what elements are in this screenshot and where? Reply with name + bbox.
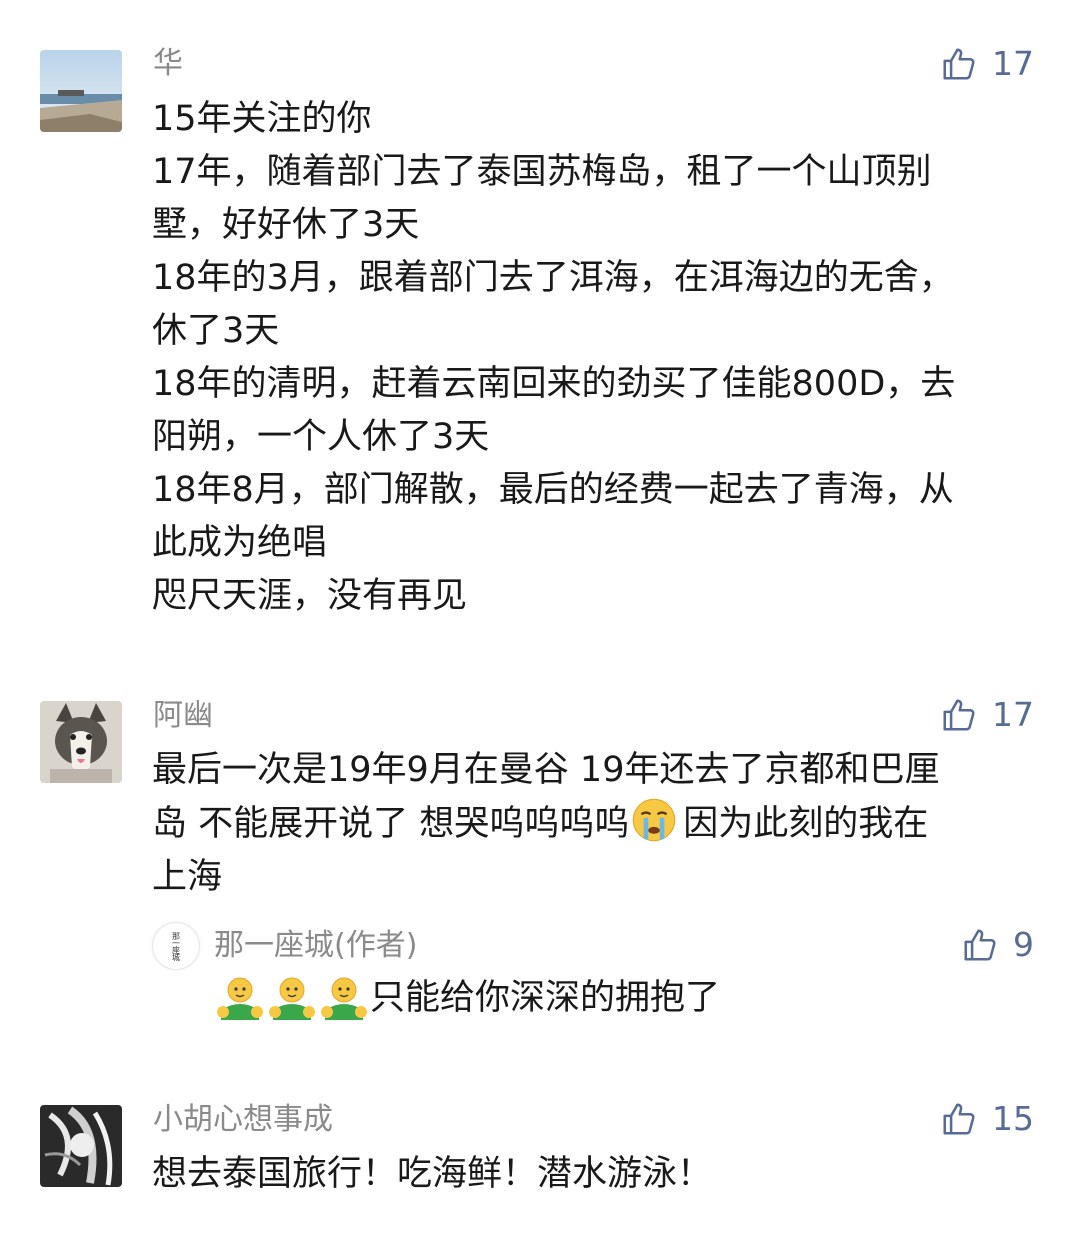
like-button[interactable]: 17 bbox=[940, 695, 1034, 734]
comment-line: 岛 不能展开说了 想哭呜呜呜呜 因为此刻的我在 bbox=[152, 797, 1032, 851]
comment-username[interactable]: 华 bbox=[153, 44, 183, 84]
thumbs-up-icon bbox=[943, 698, 975, 731]
comment-text: 因为此刻的我在 bbox=[683, 804, 929, 844]
thumbs-up-icon bbox=[943, 1102, 975, 1135]
like-count: 17 bbox=[992, 695, 1034, 734]
comment-line: 15年关注的你 bbox=[152, 99, 372, 139]
comment-line: 最后一次是19年9月在曼谷 19年还去了京都和巴厘 bbox=[152, 750, 940, 790]
like-count: 9 bbox=[1013, 925, 1034, 964]
avatar[interactable] bbox=[40, 701, 122, 783]
reply-username[interactable]: 那一座城(作者) bbox=[214, 926, 417, 966]
comment-line: 18年的3月，跟着部门去了洱海，在洱海边的无舍， bbox=[152, 258, 954, 298]
reply-content: 只能给你深深的拥抱了 bbox=[214, 972, 720, 1025]
comment-line: 上海 bbox=[152, 857, 223, 897]
thumbs-up-icon bbox=[943, 47, 975, 80]
avatar[interactable] bbox=[40, 50, 122, 132]
like-button[interactable]: 17 bbox=[940, 44, 1034, 83]
thumbs-up-icon bbox=[964, 928, 996, 961]
comment-line: 18年的清明，赶着云南回来的劲买了佳能800D，去 bbox=[152, 364, 956, 404]
hug-emoji bbox=[269, 977, 315, 1020]
comment-line: 想去泰国旅行！吃海鲜！潜水游泳！ bbox=[152, 1154, 713, 1194]
like-count: 15 bbox=[992, 1099, 1034, 1138]
comment-content: 想去泰国旅行！吃海鲜！潜水游泳！ bbox=[152, 1148, 1032, 1201]
comment-text: 岛 不能展开说了 想哭呜呜呜呜 bbox=[152, 804, 630, 844]
hug-emoji bbox=[321, 977, 367, 1020]
comment-line: 17年，随着部门去了泰国苏梅岛，租了一个山顶别 bbox=[152, 152, 932, 192]
comment-username[interactable]: 阿幽 bbox=[153, 696, 213, 736]
crying-face-emoji bbox=[632, 798, 676, 842]
reply-avatar[interactable]: 那一座城 bbox=[152, 922, 200, 970]
comment-line: 此成为绝唱 bbox=[152, 523, 328, 563]
comment-content: 15年关注的你 17年，随着部门去了泰国苏梅岛，租了一个山顶别 墅，好好休了3天… bbox=[152, 93, 1032, 623]
comment-line: 咫尺天涯，没有再见 bbox=[152, 576, 468, 616]
like-button[interactable]: 15 bbox=[940, 1099, 1034, 1138]
hug-emoji bbox=[217, 977, 263, 1020]
comment-line: 阳朔，一个人休了3天 bbox=[152, 417, 490, 457]
comment-line: 休了3天 bbox=[152, 311, 280, 351]
reply-like-button[interactable]: 9 bbox=[961, 925, 1034, 964]
comment-line: 18年8月，部门解散，最后的经费一起去了青海，从 bbox=[152, 470, 954, 510]
comment-line: 墅，好好休了3天 bbox=[152, 205, 420, 245]
comment-username[interactable]: 小胡心想事成 bbox=[153, 1100, 333, 1140]
like-count: 17 bbox=[992, 44, 1034, 83]
comment-content: 最后一次是19年9月在曼谷 19年还去了京都和巴厘 岛 不能展开说了 想哭呜呜呜… bbox=[152, 744, 1032, 904]
avatar[interactable] bbox=[40, 1105, 122, 1187]
reply-text: 只能给你深深的拥抱了 bbox=[370, 978, 721, 1018]
